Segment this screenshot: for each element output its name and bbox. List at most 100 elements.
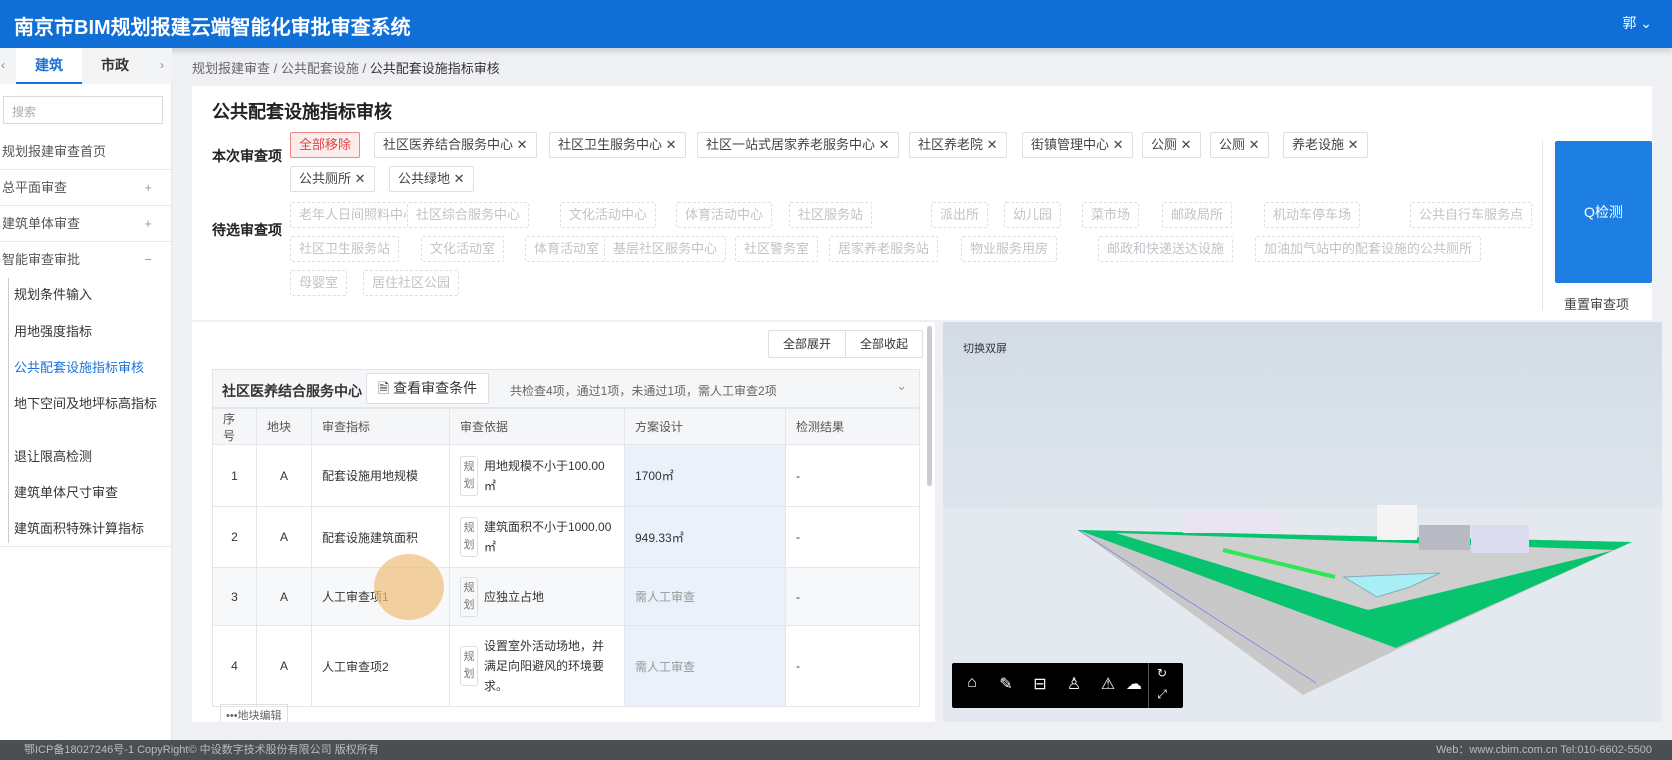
close-icon[interactable]: ✕ bbox=[983, 137, 998, 152]
selected-item-tag[interactable]: 公共绿地 ✕ bbox=[389, 166, 474, 192]
user-menu[interactable]: 郭 ⌄ bbox=[1622, 13, 1652, 33]
pending-item-tag[interactable]: 社区卫生服务站 bbox=[290, 236, 400, 262]
remove-all-button[interactable]: 全部移除 bbox=[290, 132, 361, 158]
tag-label: 居住社区公园 bbox=[372, 275, 451, 290]
close-icon[interactable]: ✕ bbox=[450, 171, 465, 186]
close-icon[interactable]: ✕ bbox=[513, 137, 528, 152]
chevron-left-icon[interactable]: ‹ bbox=[1, 58, 5, 72]
section-icon[interactable]: ⊟ bbox=[1029, 674, 1051, 694]
selected-item-tag[interactable]: 社区卫生服务中心 ✕ bbox=[549, 132, 686, 158]
section-name: 社区医养结合服务中心 bbox=[222, 383, 362, 399]
roam-icon[interactable]: ⚠ bbox=[1097, 674, 1119, 694]
pending-item-tag[interactable]: 社区警务室 bbox=[735, 236, 819, 262]
pending-item-tag[interactable]: 体育活动中心 bbox=[676, 202, 773, 228]
pending-item-tag[interactable]: 加油加气站中的配套设施的公共厕所 bbox=[1255, 236, 1482, 262]
tab-architecture[interactable]: 建筑 bbox=[16, 48, 82, 84]
menu-item-home[interactable]: 规划报建审查首页 bbox=[0, 134, 172, 170]
breadcrumb-item[interactable]: 公共配套设施 bbox=[281, 61, 359, 76]
submenu-land-intensity[interactable]: 用地强度指标 bbox=[14, 323, 164, 341]
pending-item-tag[interactable]: 社区综合服务中心 bbox=[407, 202, 530, 228]
chevron-down-icon[interactable]: ⌄ bbox=[896, 378, 907, 394]
pending-item-tag[interactable]: 基层社区服务中心 bbox=[604, 236, 727, 262]
submenu-setback-height[interactable]: 退让限高检测 bbox=[14, 448, 164, 466]
selected-item-tag[interactable]: 公厕 ✕ bbox=[1142, 132, 1201, 158]
submenu-planning-conditions[interactable]: 规划条件输入 bbox=[14, 286, 164, 304]
pending-item-tag[interactable]: 母婴室 bbox=[290, 270, 348, 296]
close-icon[interactable]: ✕ bbox=[1245, 137, 1260, 152]
search-input[interactable]: 搜索 bbox=[3, 96, 163, 124]
divider bbox=[1148, 663, 1149, 708]
table-row[interactable]: 4 A 人工审查项2 规划 设置室外活动场地，并满足向阳避风的环境要求。 需人工审… bbox=[212, 625, 920, 707]
detect-button[interactable]: Q检测 bbox=[1555, 141, 1652, 283]
plot-edit-button[interactable]: •••地块编辑 bbox=[220, 704, 288, 722]
home-icon[interactable]: ⌂ bbox=[961, 674, 983, 692]
fullscreen-icon[interactable]: ⤢ bbox=[1151, 687, 1173, 702]
pending-item-tag[interactable]: 邮政局所 bbox=[1162, 202, 1233, 228]
col-header: 方案设计 bbox=[624, 408, 786, 445]
pending-item-tag[interactable]: 派出所 bbox=[931, 202, 989, 228]
collapse-all-button[interactable]: 全部收起 bbox=[844, 331, 922, 357]
breadcrumb-item[interactable]: 规划报建审查 bbox=[192, 61, 270, 76]
tag-label: 公厕 bbox=[1151, 137, 1178, 152]
table-row[interactable]: 2 A 配套设施建筑面积 规划 建筑面积不小于1000.00㎡ 949.33㎡ - bbox=[212, 506, 920, 568]
tab-municipal[interactable]: 市政 bbox=[82, 48, 148, 84]
submenu-underground[interactable]: 地下空间及地坪标高指标 bbox=[14, 395, 164, 413]
view-conditions-button[interactable]: 🗎 查看审查条件 bbox=[366, 373, 490, 404]
person-icon[interactable]: ♙ bbox=[1063, 674, 1085, 694]
tree-line bbox=[8, 278, 9, 543]
weather-icon[interactable]: ☁ bbox=[1123, 674, 1145, 694]
pending-item-tag[interactable]: 居家养老服务站 bbox=[829, 236, 939, 262]
menu-item-site-plan[interactable]: 总平面审查 + bbox=[0, 170, 172, 206]
bim-3d-viewer[interactable]: 切换双屏 ⌂ ✎ ⊟ ♙ ⚠ ☁ ↻ ⤢ bbox=[943, 322, 1662, 722]
pending-item-tag[interactable]: 居住社区公园 bbox=[363, 270, 460, 296]
pending-item-tag[interactable]: 机动车停车场 bbox=[1264, 202, 1361, 228]
pending-item-tag[interactable]: 体育活动室 bbox=[525, 236, 609, 262]
pending-item-tag[interactable]: 邮政和快递送达设施 bbox=[1098, 236, 1234, 262]
selected-item-tag[interactable]: 社区养老院 ✕ bbox=[909, 132, 1007, 158]
selected-item-tag[interactable]: 街镇管理中心 ✕ bbox=[1022, 132, 1133, 158]
submenu-building-size[interactable]: 建筑单体尺寸审查 bbox=[14, 484, 164, 502]
reset-items-button[interactable]: 重置审查项 bbox=[1564, 294, 1629, 313]
basis-text: 设置室外活动场地，并满足向阳避风的环境要求。 bbox=[484, 639, 605, 693]
expand-all-button[interactable]: 全部展开 bbox=[769, 331, 845, 357]
measure-icon[interactable]: ✎ bbox=[995, 674, 1017, 694]
pending-item-tag[interactable]: 幼儿园 bbox=[1004, 202, 1062, 228]
tag-label: 公共绿地 bbox=[398, 171, 451, 186]
table-row[interactable]: 3 A 人工审查项1 规划 应独立占地 需人工审查 - bbox=[212, 567, 920, 626]
submenu-public-facilities[interactable]: 公共配套设施指标审核 bbox=[14, 359, 164, 377]
pending-item-tag[interactable]: 文化活动室 bbox=[421, 236, 505, 262]
rotate-icon[interactable]: ↻ bbox=[1151, 666, 1173, 680]
building bbox=[1183, 512, 1281, 533]
menu-item-smart-review[interactable]: 智能审查审批 − bbox=[0, 242, 172, 278]
selected-item-tag[interactable]: 社区医养结合服务中心 ✕ bbox=[374, 132, 537, 158]
close-icon[interactable]: ✕ bbox=[1344, 137, 1359, 152]
selected-item-tag[interactable]: 公厕 ✕ bbox=[1210, 132, 1269, 158]
pending-item-tag[interactable]: 老年人日间照料中心 bbox=[290, 202, 426, 228]
chevron-right-icon[interactable]: › bbox=[160, 58, 164, 72]
section-header[interactable]: 社区医养结合服务中心 🗎 查看审查条件 共检查4项，通过1项，未通过1项，需人工… bbox=[212, 369, 920, 408]
table-row[interactable]: 1 A 配套设施用地规模 规划 用地规模不小于100.00㎡ 1700㎡ - bbox=[212, 444, 920, 507]
submenu-area-calc[interactable]: 建筑面积特殊计算指标 bbox=[14, 520, 164, 538]
selected-item-tag[interactable]: 社区一站式居家养老服务中心 ✕ bbox=[697, 132, 899, 158]
tag-label: 加油加气站中的配套设施的公共厕所 bbox=[1264, 241, 1473, 256]
pending-item-tag[interactable]: 物业服务用房 bbox=[961, 236, 1058, 262]
button-label: 查看审查条件 bbox=[393, 380, 478, 396]
close-icon[interactable]: ✕ bbox=[662, 137, 677, 152]
tag-label: 社区服务站 bbox=[798, 207, 864, 222]
close-icon[interactable]: ✕ bbox=[351, 171, 366, 186]
pending-item-tag[interactable]: 菜市场 bbox=[1082, 202, 1140, 228]
menu-label: 规划报建审查首页 bbox=[2, 144, 107, 159]
review-index: 人工审查项2 bbox=[311, 625, 450, 707]
menu-item-building[interactable]: 建筑单体审查 + bbox=[0, 206, 172, 242]
scrollbar[interactable] bbox=[927, 326, 932, 486]
tag-label: 公厕 bbox=[1219, 137, 1246, 152]
close-icon[interactable]: ✕ bbox=[875, 137, 890, 152]
pending-item-tag[interactable]: 公共自行车服务点 bbox=[1410, 202, 1533, 228]
review-basis: 规划 设置室外活动场地，并满足向阳避风的环境要求。 bbox=[449, 625, 625, 707]
close-icon[interactable]: ✕ bbox=[1177, 137, 1192, 152]
pending-item-tag[interactable]: 文化活动中心 bbox=[560, 202, 657, 228]
pending-item-tag[interactable]: 社区服务站 bbox=[789, 202, 873, 228]
close-icon[interactable]: ✕ bbox=[1109, 137, 1124, 152]
selected-item-tag[interactable]: 公共厕所 ✕ bbox=[290, 166, 375, 192]
selected-item-tag[interactable]: 养老设施 ✕ bbox=[1283, 132, 1368, 158]
